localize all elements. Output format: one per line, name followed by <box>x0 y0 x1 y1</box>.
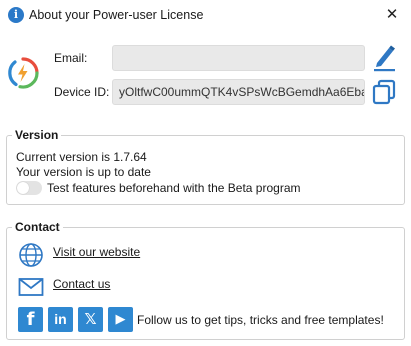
mail-icon <box>18 278 44 296</box>
email-label: Email: <box>54 51 88 65</box>
beta-label: Test features beforehand with the Beta p… <box>47 181 301 195</box>
globe-icon <box>19 243 43 267</box>
toggle-knob <box>17 182 29 194</box>
version-heading: Version <box>12 128 62 142</box>
linkedin-icon[interactable]: in <box>48 307 73 332</box>
youtube-icon[interactable]: ▶ <box>108 307 133 332</box>
close-icon: ✕ <box>385 6 399 23</box>
info-icon: i <box>8 7 24 23</box>
pencil-icon[interactable] <box>372 44 396 72</box>
email-field[interactable] <box>112 45 365 71</box>
update-status-text: Your version is up to date <box>16 165 151 179</box>
device-id-label: Device ID: <box>54 85 110 99</box>
current-version-text: Current version is 1.7.64 <box>16 150 147 164</box>
power-user-logo-icon <box>8 57 39 89</box>
copy-icon[interactable] <box>372 79 396 105</box>
contact-heading: Contact <box>12 220 63 234</box>
x-icon[interactable]: 𝕏 <box>78 307 103 332</box>
beta-toggle[interactable] <box>16 181 42 195</box>
close-button[interactable]: ✕ <box>379 4 405 26</box>
window-title: About your Power-user License <box>29 8 204 22</box>
follow-us-text: Follow us to get tips, tricks and free t… <box>137 313 384 327</box>
title-bar: i About your Power-user License ✕ <box>0 0 411 30</box>
visit-website-link[interactable]: Visit our website <box>53 245 140 259</box>
facebook-icon[interactable]: f <box>18 307 43 332</box>
contact-us-link[interactable]: Contact us <box>53 277 110 291</box>
device-id-field[interactable]: yOltfwC00ummQTK4vSPsWcBGemdhAa6EbaM <box>112 79 365 105</box>
